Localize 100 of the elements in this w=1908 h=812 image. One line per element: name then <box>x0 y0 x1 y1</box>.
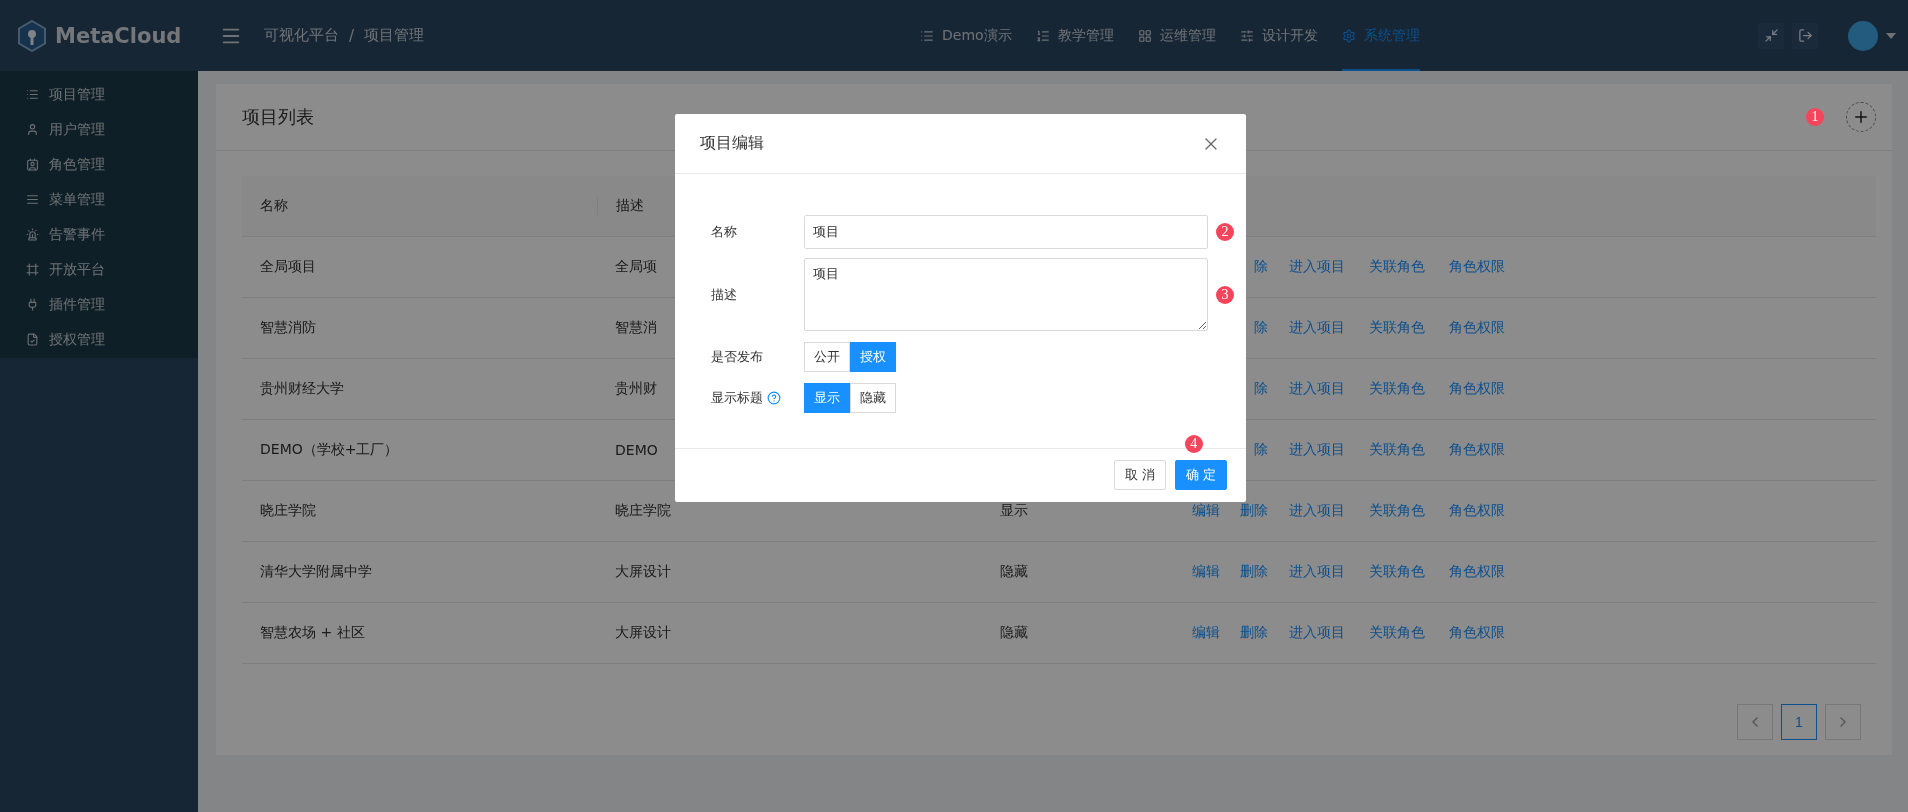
table-cell: 智慧消防 <box>260 319 316 335</box>
menu-item-icon <box>26 333 39 346</box>
user-avatar[interactable] <box>1848 20 1878 51</box>
action-link[interactable]: 关联角色 <box>1369 441 1425 459</box>
action-link[interactable]: 关联角色 <box>1369 380 1425 398</box>
menu-item-icon <box>26 158 39 171</box>
sidebar-item[interactable]: 角色管理 <box>0 144 198 179</box>
sidebar-item[interactable]: 开放平台 <box>0 249 198 284</box>
action-link[interactable]: 角色权限 <box>1449 502 1505 520</box>
action-link[interactable]: 除 <box>1254 380 1268 398</box>
table-cell: 智慧农场 + 社区 <box>260 624 365 640</box>
action-link[interactable]: 角色权限 <box>1449 380 1505 398</box>
action-link[interactable]: 进入项目 <box>1289 258 1345 276</box>
action-link[interactable]: 关联角色 <box>1369 563 1425 581</box>
table-cell: 智慧消 <box>615 319 657 335</box>
action-link[interactable]: 编辑 <box>1192 624 1220 642</box>
name-input[interactable]: 项目 <box>804 215 1208 249</box>
nav-tab[interactable]: 教学管理 <box>1035 0 1114 71</box>
sidebar-item[interactable]: 项目管理 <box>0 74 198 109</box>
action-link[interactable]: 编辑 <box>1192 502 1220 520</box>
breadcrumb-link[interactable]: 可视化平台 <box>264 26 339 45</box>
action-link[interactable]: 角色权限 <box>1449 319 1505 337</box>
logout-icon[interactable] <box>1797 28 1813 43</box>
field-label: 是否发布 <box>711 348 763 366</box>
exit-fullscreen-icon[interactable] <box>1763 28 1779 43</box>
nav-icon <box>1239 28 1254 43</box>
action-link[interactable]: 除 <box>1254 441 1268 459</box>
nav-tab[interactable]: 运维管理 <box>1137 0 1216 71</box>
column-header: 描述 <box>616 197 644 213</box>
breadcrumb-separator: / <box>349 26 355 45</box>
table-cell: 晓庄学院 <box>615 502 671 518</box>
action-link[interactable]: 删除 <box>1240 563 1268 581</box>
step-marker: 4 <box>1184 435 1203 453</box>
sidebar-item[interactable]: 授权管理 <box>0 319 198 354</box>
nav-tab[interactable]: 系统管理 <box>1341 0 1420 71</box>
table-cell: 清华大学附属中学 <box>260 563 372 579</box>
action-link[interactable]: 角色权限 <box>1449 624 1505 642</box>
add-button[interactable] <box>1846 102 1876 132</box>
table-cell: 显示 <box>1000 502 1028 518</box>
table-cell: 大屏设计 <box>615 624 671 640</box>
table-cell: 全局项 <box>615 258 657 274</box>
help-icon[interactable] <box>767 391 781 405</box>
action-link[interactable]: 关联角色 <box>1369 502 1425 520</box>
page-button[interactable]: 1 <box>1781 704 1817 740</box>
nav-tab[interactable]: Demo演示 <box>920 0 1012 71</box>
toggle-option[interactable]: 隐藏 <box>850 383 896 413</box>
table-cell: 晓庄学院 <box>260 502 316 518</box>
action-link[interactable]: 关联角色 <box>1369 258 1425 276</box>
table-cell: DEMO <box>615 442 658 458</box>
action-link[interactable]: 角色权限 <box>1449 441 1505 459</box>
action-link[interactable]: 进入项目 <box>1289 319 1345 337</box>
toggle-option[interactable]: 显示 <box>804 383 850 413</box>
menu-item-icon <box>26 88 39 101</box>
field-label: 显示标题 <box>711 389 763 407</box>
caret-icon[interactable] <box>1886 32 1896 39</box>
toggle-option[interactable]: 授权 <box>850 342 896 372</box>
table-cell: 隐藏 <box>1000 624 1028 640</box>
menu-item-icon <box>26 298 39 311</box>
brand-name: MetaCloud <box>55 23 182 48</box>
action-link[interactable]: 进入项目 <box>1289 502 1345 520</box>
toggle-option[interactable]: 公开 <box>804 342 850 372</box>
action-link[interactable]: 除 <box>1254 319 1268 337</box>
action-link[interactable]: 关联角色 <box>1369 319 1425 337</box>
action-link[interactable]: 进入项目 <box>1289 441 1345 459</box>
field-label: 名称 <box>711 223 737 241</box>
sidebar-item[interactable]: 插件管理 <box>0 284 198 319</box>
plus-icon <box>1852 108 1870 126</box>
action-link[interactable]: 除 <box>1254 258 1268 276</box>
nav-icon <box>1341 28 1356 43</box>
action-link[interactable]: 删除 <box>1240 502 1268 520</box>
menu-item-icon <box>26 193 39 206</box>
nav-icon <box>1035 28 1050 43</box>
menu-item-icon <box>26 263 39 276</box>
sidebar-item[interactable]: 菜单管理 <box>0 179 198 214</box>
logo-icon <box>18 19 46 52</box>
field-label: 描述 <box>711 285 737 304</box>
action-link[interactable]: 删除 <box>1240 624 1268 642</box>
action-link[interactable]: 进入项目 <box>1289 624 1345 642</box>
action-link[interactable]: 角色权限 <box>1449 563 1505 581</box>
description-textarea[interactable]: 项目 <box>804 258 1208 331</box>
action-link[interactable]: 进入项目 <box>1289 380 1345 398</box>
nav-icon <box>1137 28 1152 43</box>
action-link[interactable]: 编辑 <box>1192 563 1220 581</box>
nav-icon <box>920 28 934 43</box>
action-link[interactable]: 角色权限 <box>1449 258 1505 276</box>
card-title: 项目列表 <box>242 105 314 129</box>
table-cell: 大屏设计 <box>615 563 671 579</box>
step-marker: 2 <box>1216 223 1234 241</box>
table-cell: 全局项目 <box>260 258 316 274</box>
sidebar-item[interactable]: 告警事件 <box>0 214 198 249</box>
menu-item-icon <box>26 123 39 136</box>
nav-tab[interactable]: 设计开发 <box>1239 0 1318 71</box>
action-link[interactable]: 进入项目 <box>1289 563 1345 581</box>
action-link[interactable]: 关联角色 <box>1369 624 1425 642</box>
cancel-button[interactable]: 取 消 <box>1113 460 1166 490</box>
sidebar-item[interactable]: 用户管理 <box>0 109 198 144</box>
table-cell: DEMO（学校+工厂） <box>260 441 399 457</box>
dialog-title: 项目编辑 <box>700 133 764 154</box>
step-marker: 1 <box>1806 108 1824 126</box>
breadcrumb-current: 项目管理 <box>364 26 425 45</box>
